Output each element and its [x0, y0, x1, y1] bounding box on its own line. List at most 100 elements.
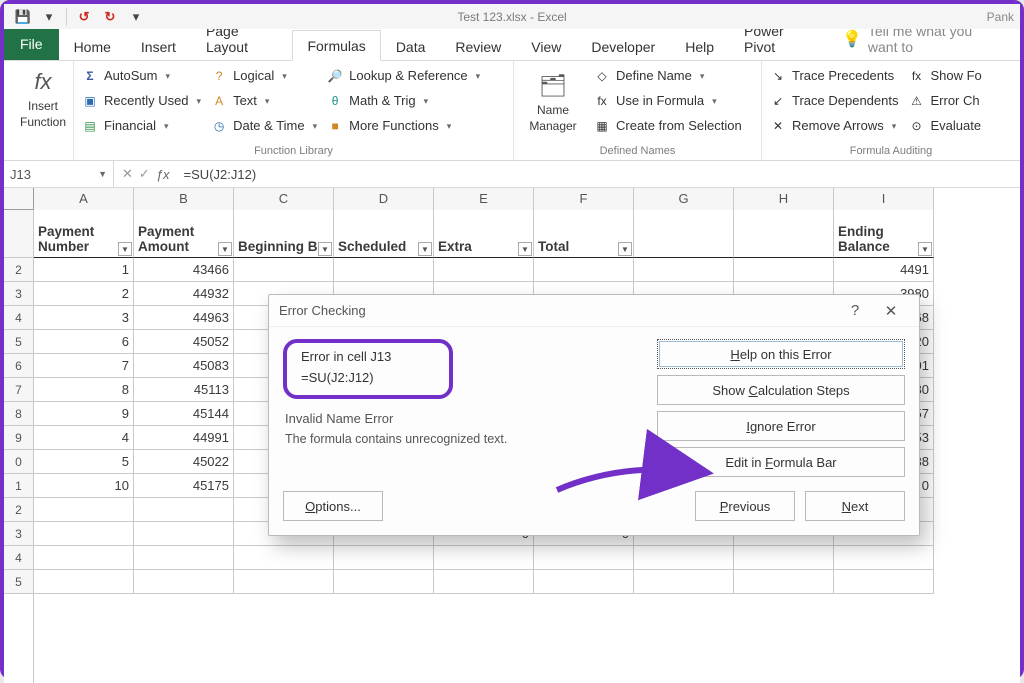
table-cell[interactable]: 9	[34, 402, 134, 426]
lib-1-0[interactable]: ?Logical▾	[211, 65, 317, 87]
table-cell[interactable]	[234, 546, 334, 570]
audit2-2[interactable]: ⊙Evaluate	[908, 115, 981, 137]
filter-icon[interactable]: ▼	[118, 242, 132, 256]
table-header-cell[interactable]: Payment Amount▼	[134, 210, 234, 258]
lib-0-2[interactable]: ▤Financial▾	[82, 115, 201, 137]
lib-1-1[interactable]: AText▾	[211, 90, 317, 112]
table-cell[interactable]	[734, 546, 834, 570]
table-cell[interactable]: 6	[34, 330, 134, 354]
column-header[interactable]: G	[634, 188, 734, 210]
lib-1-2[interactable]: ◷Date & Time▾	[211, 115, 317, 137]
table-cell[interactable]	[134, 522, 234, 546]
row-header[interactable]: 9	[4, 426, 33, 450]
table-cell[interactable]	[334, 546, 434, 570]
table-cell[interactable]	[134, 570, 234, 594]
lib-2-1[interactable]: θMath & Trig▾	[327, 90, 480, 112]
tab-review[interactable]: Review	[440, 31, 516, 61]
table-cell[interactable]	[34, 498, 134, 522]
row-header[interactable]: 8	[4, 402, 33, 426]
row-header[interactable]: 5	[4, 330, 33, 354]
filter-icon[interactable]: ▼	[318, 242, 332, 256]
names-0[interactable]: ◇Define Name▾	[594, 65, 742, 87]
tab-view[interactable]: View	[516, 31, 576, 61]
name-box[interactable]: J13 ▼	[4, 161, 114, 187]
table-cell[interactable]	[434, 546, 534, 570]
help-icon[interactable]: ?	[837, 302, 873, 319]
lib-0-0[interactable]: ΣAutoSum▾	[82, 65, 201, 87]
column-header[interactable]: E	[434, 188, 534, 210]
table-cell[interactable]: 8	[34, 378, 134, 402]
row-header[interactable]: 5	[4, 570, 33, 594]
table-cell[interactable]: 7	[34, 354, 134, 378]
table-cell[interactable]	[534, 258, 634, 282]
table-cell[interactable]	[534, 546, 634, 570]
names-2[interactable]: ▦Create from Selection	[594, 115, 742, 137]
table-cell[interactable]: 45175	[134, 474, 234, 498]
table-cell[interactable]: 45022	[134, 450, 234, 474]
row-header[interactable]: 6	[4, 354, 33, 378]
table-cell[interactable]	[634, 258, 734, 282]
table-cell[interactable]: 45113	[134, 378, 234, 402]
insert-function-button[interactable]: fx Insert Function	[12, 65, 74, 129]
audit2-1[interactable]: ⚠Error Ch	[908, 90, 981, 112]
table-cell[interactable]	[134, 498, 234, 522]
next-button[interactable]: Next	[805, 491, 905, 521]
table-cell[interactable]	[434, 258, 534, 282]
column-header[interactable]: D	[334, 188, 434, 210]
tab-developer[interactable]: Developer	[576, 31, 670, 61]
table-cell[interactable]	[734, 570, 834, 594]
column-header[interactable]: H	[734, 188, 834, 210]
table-cell[interactable]	[834, 570, 934, 594]
column-header[interactable]: F	[534, 188, 634, 210]
filter-icon[interactable]: ▼	[418, 242, 432, 256]
table-cell[interactable]: 4491	[834, 258, 934, 282]
column-header[interactable]: C	[234, 188, 334, 210]
row-header[interactable]: 7	[4, 378, 33, 402]
column-header[interactable]: A	[34, 188, 134, 210]
formula-input[interactable]: =SU(J2:J12)	[178, 167, 1020, 182]
table-cell[interactable]	[334, 258, 434, 282]
table-cell[interactable]	[134, 546, 234, 570]
filter-icon[interactable]: ▼	[918, 242, 932, 256]
ignore-error-button[interactable]: Ignore Error	[657, 411, 905, 441]
table-cell[interactable]	[34, 570, 134, 594]
filter-icon[interactable]: ▼	[618, 242, 632, 256]
audit-2[interactable]: ✕Remove Arrows▾	[770, 115, 898, 137]
table-header-cell[interactable]: Scheduled▼	[334, 210, 434, 258]
table-cell[interactable]	[234, 570, 334, 594]
show-calculation-steps-button[interactable]: Show Calculation Steps	[657, 375, 905, 405]
table-cell[interactable]	[734, 258, 834, 282]
name-manager-button[interactable]: 🗂 Name Manager	[522, 65, 584, 137]
close-icon[interactable]: ✕	[873, 302, 909, 320]
previous-button[interactable]: Previous	[695, 491, 795, 521]
row-header[interactable]	[4, 210, 33, 258]
table-cell[interactable]	[34, 522, 134, 546]
table-header-cell[interactable]: Ending Balance▼	[834, 210, 934, 258]
table-cell[interactable]: 45052	[134, 330, 234, 354]
table-cell[interactable]	[634, 546, 734, 570]
filter-icon[interactable]: ▼	[218, 242, 232, 256]
table-cell[interactable]: 45083	[134, 354, 234, 378]
row-header[interactable]: 2	[4, 258, 33, 282]
table-cell[interactable]: 3	[34, 306, 134, 330]
table-header-cell[interactable]: Total▼	[534, 210, 634, 258]
table-cell[interactable]	[834, 546, 934, 570]
lib-2-2[interactable]: ■More Functions▾	[327, 115, 480, 137]
table-cell[interactable]	[534, 570, 634, 594]
table-cell[interactable]	[634, 570, 734, 594]
fx-button-icon[interactable]: ƒx	[156, 167, 170, 182]
table-cell[interactable]: 44991	[134, 426, 234, 450]
save-icon[interactable]: 💾	[13, 7, 33, 27]
table-cell[interactable]: 2	[34, 282, 134, 306]
table-header-cell[interactable]	[734, 210, 834, 258]
table-header-cell[interactable]: Payment Number▼	[34, 210, 134, 258]
table-cell[interactable]	[434, 570, 534, 594]
table-cell[interactable]: 44963	[134, 306, 234, 330]
tab-formulas[interactable]: Formulas	[292, 30, 380, 61]
lib-0-1[interactable]: ▣Recently Used▾	[82, 90, 201, 112]
redo-icon[interactable]: ↻	[100, 7, 120, 27]
names-1[interactable]: fxUse in Formula▾	[594, 90, 742, 112]
filter-icon[interactable]: ▼	[518, 242, 532, 256]
table-cell[interactable]: 44932	[134, 282, 234, 306]
qat-customize-icon[interactable]: ▾	[126, 7, 146, 27]
